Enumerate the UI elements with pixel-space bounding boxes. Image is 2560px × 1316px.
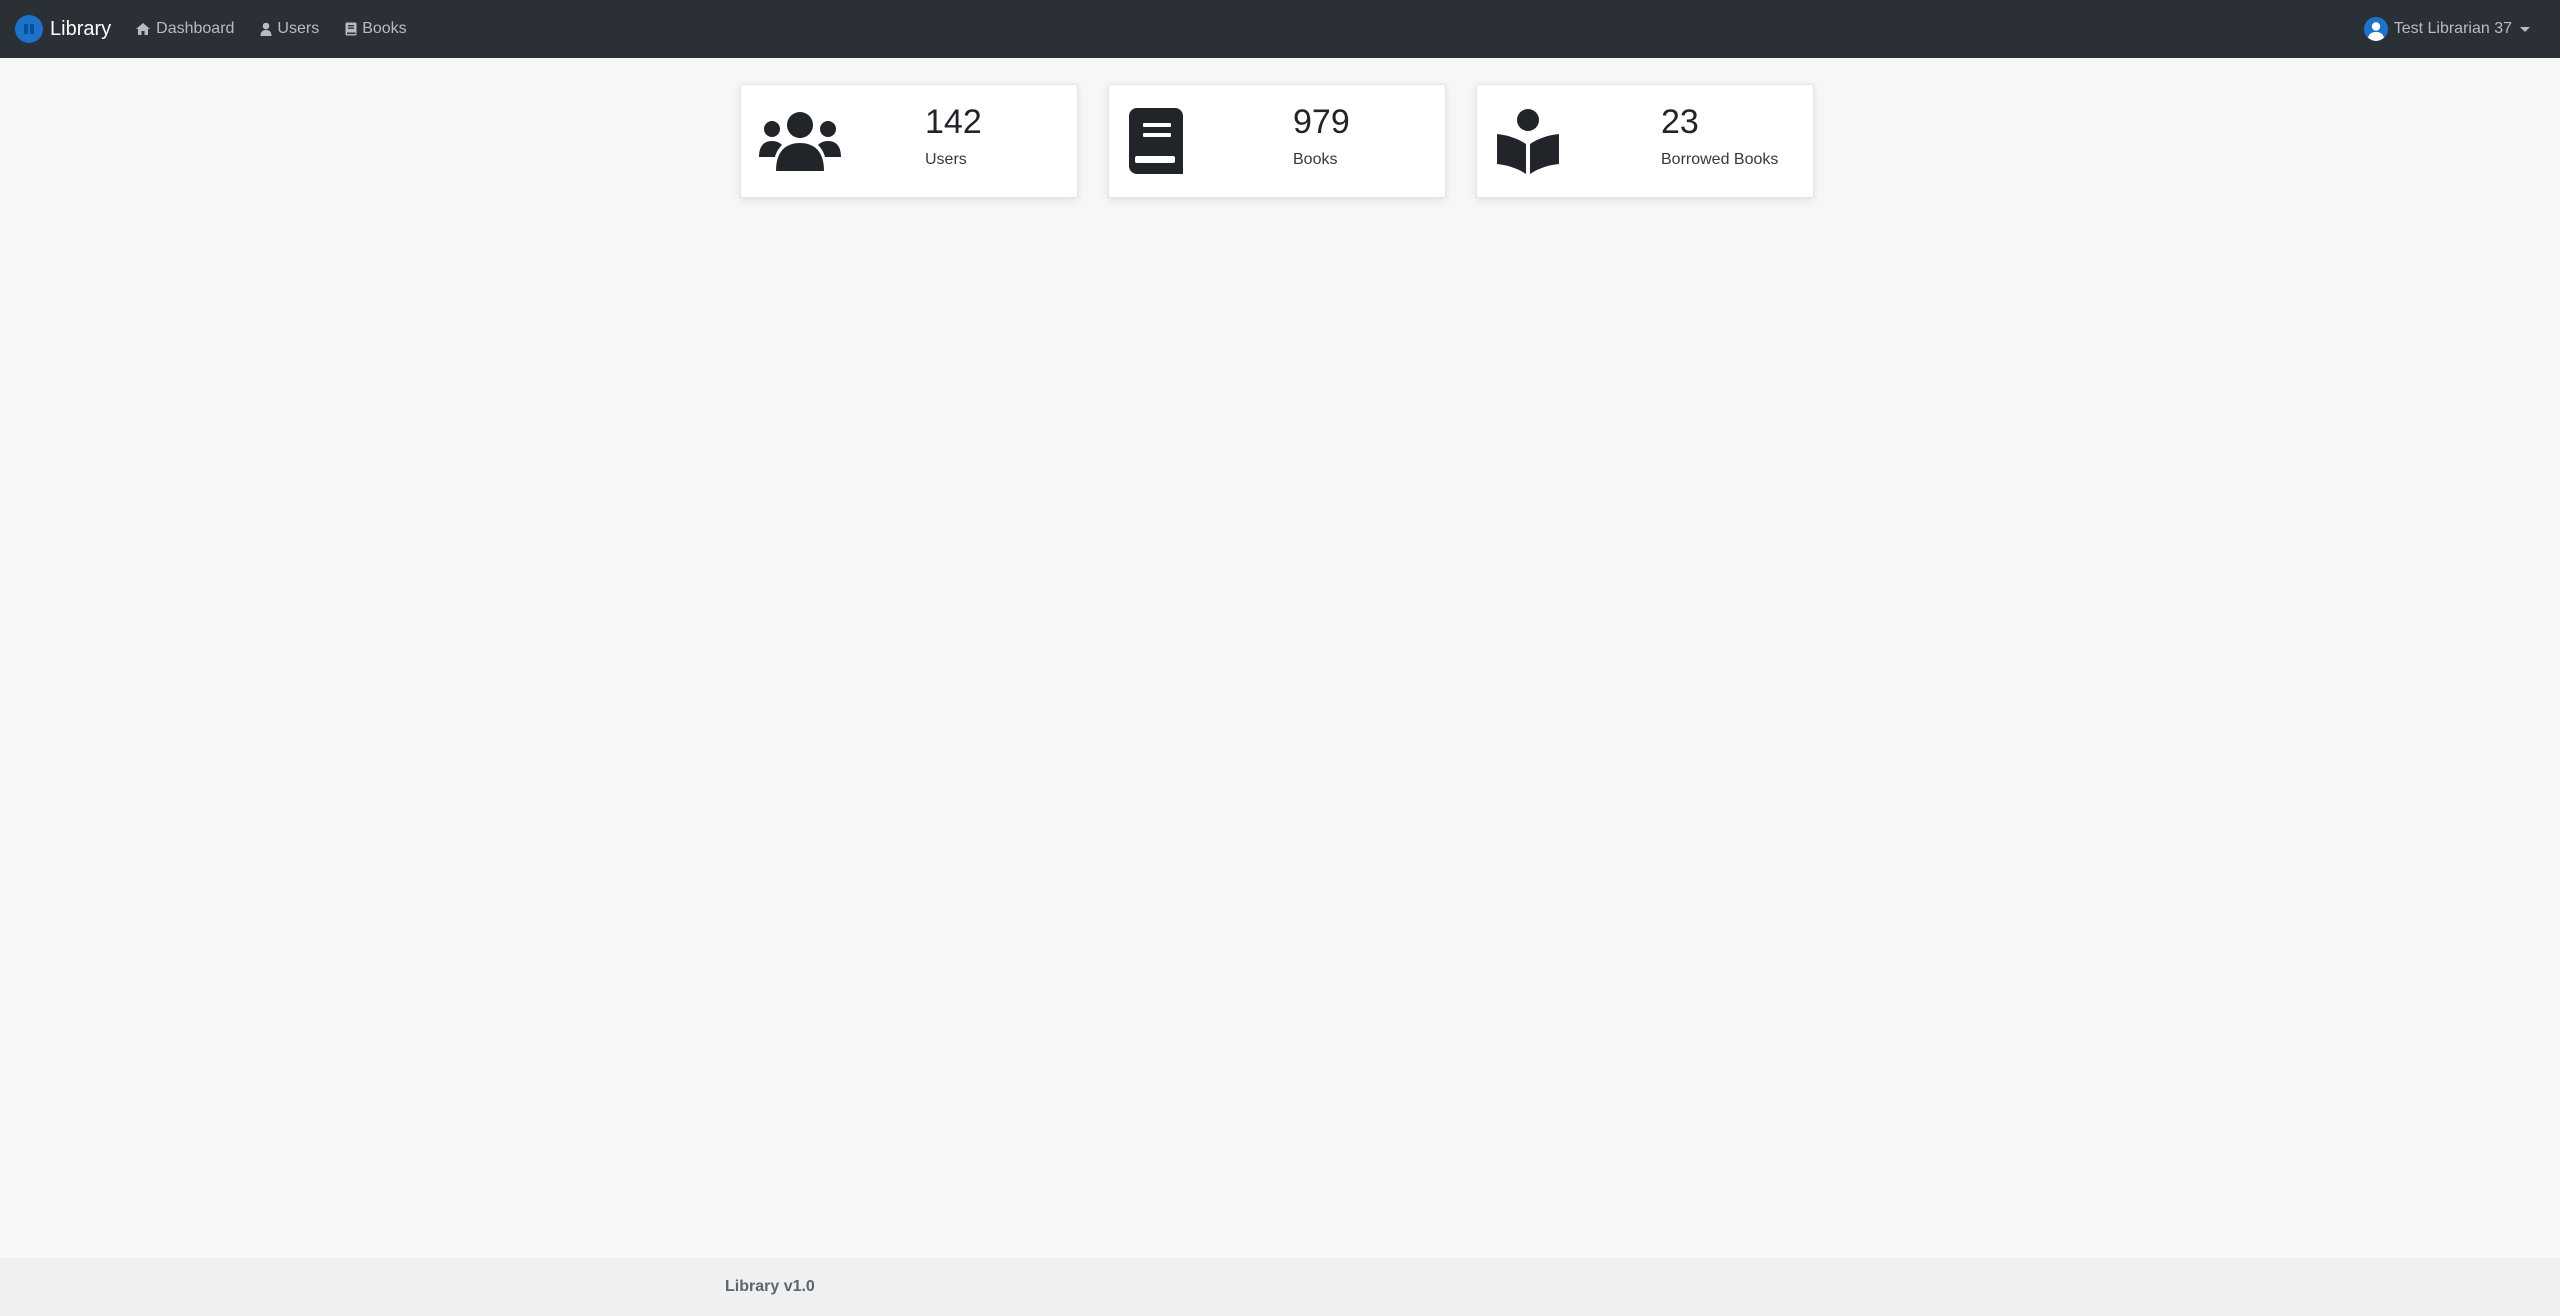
library-logo-icon [15,15,43,43]
nav-link-label: Users [277,20,320,37]
home-icon [135,22,151,36]
top-navbar: Library Dashboard Users Books Test Libra… [0,0,2560,58]
page-footer: Library v1.0 [0,1258,2560,1316]
stat-value: 979 [1293,103,1350,141]
stats-cards: 142 Users 979 Books 23 Borrowed Books [740,84,1814,198]
nav-link-users[interactable]: Users [260,20,319,38]
stat-label: Borrowed Books [1661,151,1779,168]
nav-link-books[interactable]: Books [345,20,407,38]
book-icon [345,22,357,36]
stat-card-body: 142 Users [925,105,982,169]
stat-label: Users [925,151,967,168]
nav-link-dashboard[interactable]: Dashboard [135,20,234,38]
book-icon [1127,107,1211,175]
user-icon [260,22,272,36]
users-icon [759,107,843,175]
nav-link-label: Dashboard [156,20,235,37]
footer-version: Library v1.0 [725,1278,815,1295]
page: Library Dashboard Users Books Test Libra… [0,0,2560,1316]
stat-card-body: 979 Books [1293,105,1350,169]
brand-label: Library [50,17,112,40]
chevron-down-icon [2520,26,2530,32]
brand-link[interactable]: Library [15,15,111,43]
stat-card-borrowed-books[interactable]: 23 Borrowed Books [1476,84,1814,198]
user-name: Test Librarian 37 [2393,20,2512,37]
user-circle-icon [2363,17,2388,41]
nav-link-label: Books [362,20,407,37]
book-reader-icon [1495,107,1579,175]
stat-label: Books [1293,151,1338,168]
stat-card-books[interactable]: 979 Books [1108,84,1446,198]
stat-value: 23 [1661,103,1699,141]
stat-card-body: 23 Borrowed Books [1661,105,1778,169]
user-menu-dropdown[interactable]: Test Librarian 37 [2363,0,2530,58]
stat-card-users[interactable]: 142 Users [740,84,1078,198]
stat-value: 142 [925,103,982,141]
